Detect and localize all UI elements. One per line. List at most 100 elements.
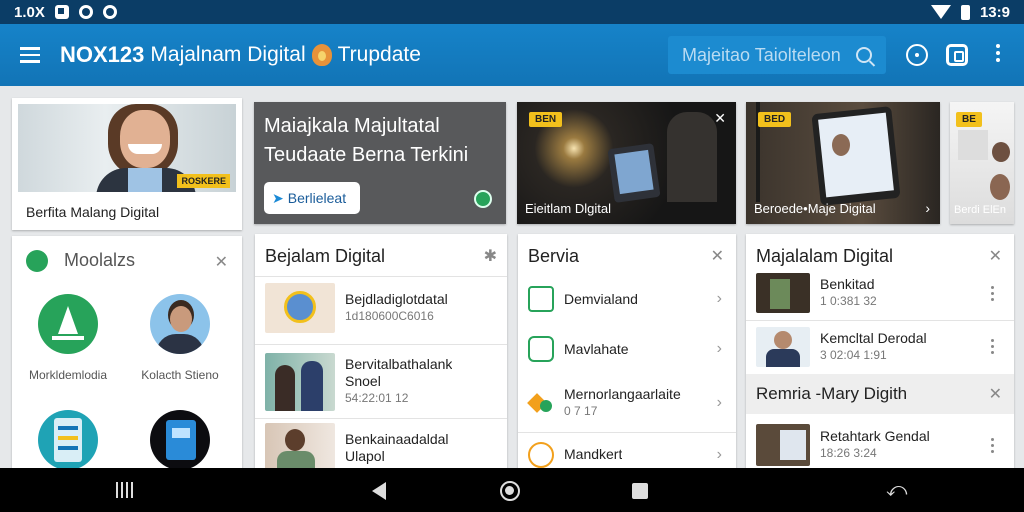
tile-1-tag: BEN (529, 112, 563, 127)
list-2-row-2-title: Mavlahate (564, 340, 629, 357)
desk-thumbnail (756, 424, 810, 466)
headline-line2: Teudaate Berna Terkini (264, 144, 469, 166)
item-menu-icon[interactable] (991, 437, 994, 453)
tile-2-caption: Beroede•Maje Digital (754, 201, 876, 216)
list-item[interactable]: Mavlahate › (518, 324, 736, 374)
sync-icon (78, 5, 93, 19)
cta-button[interactable]: ➤ Berlieleat (264, 182, 360, 214)
flame-logo-icon (311, 44, 332, 66)
portrait-thumbnail (756, 326, 810, 367)
list-item[interactable]: Benkitad 1 0:381 32 (746, 268, 1014, 318)
list-2-title: Bervia (528, 246, 580, 266)
app-bar: NOX123 Majalnam Digital Trupdate Majeita… (0, 24, 1024, 86)
list-item[interactable]: Demvialand › (518, 274, 736, 324)
list-3-close-icon[interactable]: ✕ (989, 246, 1002, 266)
app-1-label: Morkldemlodia (28, 368, 108, 382)
overflow-menu-icon[interactable] (992, 44, 1004, 66)
list-3-row-2-meta: 3 02:04 1:91 (820, 347, 887, 362)
apps-card-logo-icon (26, 250, 48, 272)
news-list-card-1: Bejalam Digital ✱ Bejdladiglotdatal 1d18… (255, 234, 507, 476)
tile-3-caption: Berdi ElEn (954, 204, 1006, 216)
title-text: Majalnam Digital (150, 43, 306, 66)
cta-label: Berlieleat (287, 190, 347, 206)
chevron-right-icon: › (716, 340, 722, 357)
list-1-row-1-meta: 1d180600C6016 (345, 308, 434, 323)
app-2-label: Kolacth Stieno (141, 368, 219, 382)
hero-caption: Berfita Malang Digital (26, 204, 160, 220)
status-bar: 1.0X 13:9 (0, 0, 1024, 24)
room-thumbnail (756, 273, 810, 313)
wifi-icon (930, 5, 951, 19)
people-thumbnail (265, 352, 335, 411)
title-suffix: Trupdate (337, 43, 421, 66)
list-3-row-2-title: Kemcltal Derodal (820, 329, 927, 346)
list-1-row-2-meta: 54:22:01 12 (345, 391, 409, 405)
shop-icon[interactable] (946, 44, 968, 66)
media-tile-2[interactable]: BED › Beroede•Maje Digital (746, 102, 940, 224)
coin-icon (528, 441, 554, 468)
overview-icon[interactable] (632, 483, 648, 499)
apps-card-close-icon[interactable]: ✕ (215, 252, 228, 272)
feature-headline-card[interactable]: Maiajkala Majultatal Teudaate Berna Terk… (254, 102, 506, 224)
list-3-row-1-title: Benkitad (820, 276, 875, 292)
media-tile-1[interactable]: BEN ✕ Eieitlam Dlgital (517, 102, 736, 224)
category-list-card: Bervia ✕ Demvialand › Mavlahate › Mernor… (518, 234, 736, 476)
section-close-icon[interactable]: ✕ (989, 384, 1002, 404)
tile-1-close-icon[interactable]: ✕ (714, 110, 726, 127)
media-icon (102, 5, 117, 19)
list-3-row-1-meta: 1 0:381 32 (820, 294, 877, 308)
item-menu-icon[interactable] (991, 339, 994, 354)
list-2-row-1-title: Demvialand (564, 290, 638, 307)
tile-1-caption: Eieitlam Dlgital (525, 201, 611, 216)
news-list-card-2: Majalalam Digital ✕ Benkitad 1 0:381 32 … (746, 234, 1014, 476)
search-placeholder: Majeitao Taiolteleon (682, 44, 841, 65)
hero-photo: ROSKERE (18, 104, 236, 192)
hero-badge: ROSKERE (177, 174, 230, 188)
list-item[interactable]: Bejdladiglotdatal 1d180600C6016 (255, 276, 507, 338)
home-icon[interactable] (500, 481, 520, 501)
list-3-row-3-meta: 18:26 3:24 (820, 446, 877, 460)
apps-card-title: Moolalzs (64, 250, 136, 270)
item-menu-icon[interactable] (991, 285, 994, 301)
brand-name: NOX123 (60, 42, 145, 67)
tile-2-next-icon[interactable]: › (925, 200, 930, 216)
list-2-close-icon[interactable]: ✕ (711, 246, 724, 266)
hamburger-menu-icon[interactable] (0, 24, 60, 86)
list-1-row-2-title: Bervitalbathalank (345, 356, 453, 372)
battery-icon (960, 4, 970, 20)
headline-line1: Maiajkala Majultatal (264, 115, 440, 137)
list-1-row-2-subtitle: Snoel (345, 373, 381, 389)
explore-icon[interactable] (906, 44, 928, 66)
list-item[interactable]: Bervitalbathalank Snoel 54:22:01 12 (255, 344, 507, 418)
tablet-app-icon[interactable] (150, 410, 210, 470)
verified-icon (474, 190, 492, 208)
app-title: NOX123 Majalnam Digital Trupdate (60, 42, 421, 68)
list-1-title: Bejalam Digital (265, 246, 386, 266)
list-3-section-title: Remria -Mary Digith (756, 384, 908, 403)
tile-2-tag: BED (758, 112, 792, 127)
media-tile-3[interactable]: BE Berdi ElEn (950, 102, 1014, 224)
list-3-title: Majalalam Digital (756, 246, 894, 266)
sailboat-icon[interactable] (38, 294, 98, 354)
person-thumbnail (265, 422, 335, 473)
notification-icon (54, 5, 69, 19)
recent-apps-icon[interactable] (116, 482, 133, 498)
list-1-pin-icon[interactable]: ✱ (484, 246, 497, 266)
list-app-icon[interactable] (38, 410, 98, 470)
list-item[interactable]: Mernorlangaarlaite 0 7 17 › (518, 374, 736, 432)
list-2-row-3-subtitle: 0 7 17 (564, 404, 598, 418)
search-input[interactable]: Majeitao Taiolteleon (668, 36, 886, 74)
list-item[interactable]: Retahtark Gendal 18:26 3:24 (746, 418, 1014, 472)
chevron-right-icon: › (716, 290, 722, 307)
list-3-row-3-title: Retahtark Gendal (820, 428, 930, 444)
chat-icon (528, 336, 554, 362)
hero-photo-card[interactable]: ROSKERE Berfita Malang Digital (12, 98, 242, 230)
calendar-icon (528, 286, 554, 312)
search-icon[interactable] (856, 47, 872, 63)
person-avatar[interactable] (150, 294, 210, 354)
back-icon[interactable] (372, 482, 386, 500)
clock: 13:9 (979, 3, 1010, 21)
list-1-row-3-title: Benkainaadaldal (345, 430, 449, 447)
list-item[interactable]: Kemcltal Derodal 3 02:04 1:91 (746, 320, 1014, 372)
share-icon[interactable]: ⤺ (886, 480, 907, 500)
